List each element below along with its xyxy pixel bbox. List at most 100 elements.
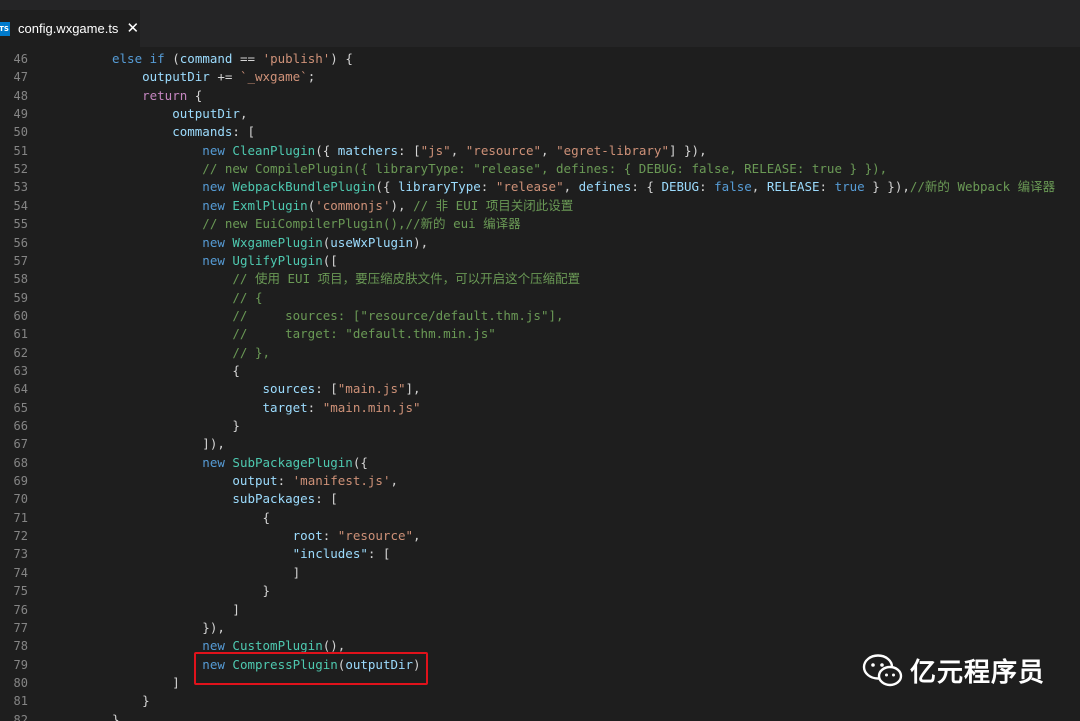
code-line[interactable]: 49 outputDir, — [0, 105, 1080, 123]
code-token: UglifyPlugin — [232, 252, 323, 268]
code-token: ExmlPlugin — [232, 197, 308, 213]
code-line[interactable]: 51 new CleanPlugin({ matchers: ["js", "r… — [0, 142, 1080, 160]
code-line[interactable]: 53 new WebpackBundlePlugin({ libraryType… — [0, 178, 1080, 196]
code-line[interactable]: 46 else if (command == 'publish') { — [0, 50, 1080, 68]
code-token: "includes" — [112, 546, 368, 562]
code-line[interactable]: 58 // 使用 EUI 项目，要压缩皮肤文件，可以开启这个压缩配置 — [0, 270, 1080, 288]
code-token: else — [112, 51, 150, 66]
code-text: ] — [112, 674, 180, 692]
code-token: RELEASE — [766, 179, 820, 195]
code-line[interactable]: 47 outputDir += `_wxgame`; — [0, 68, 1080, 86]
code-token: , — [390, 473, 399, 489]
code-line[interactable]: 54 new ExmlPlugin('commonjs'), // 非 EUI … — [0, 197, 1080, 215]
code-text: // 使用 EUI 项目，要压缩皮肤文件，可以开启这个压缩配置 — [112, 270, 580, 288]
line-number: 47 — [13, 70, 28, 85]
code-line[interactable]: 50 commands: [ — [0, 123, 1080, 141]
code-token: , — [541, 142, 557, 158]
code-token: `_wxgame` — [239, 69, 308, 85]
code-text: { — [112, 509, 271, 527]
line-number: 65 — [13, 400, 28, 415]
highlight-box — [194, 652, 428, 685]
code-token: : { — [631, 179, 662, 195]
code-text: outputDir, — [112, 105, 247, 123]
code-token: useWxPlugin — [330, 234, 414, 250]
code-token: // new EuiCompilerPlugin(),//新的 eui 编译器 — [112, 216, 521, 232]
code-text: new WebpackBundlePlugin({ libraryType: "… — [112, 178, 1055, 196]
line-number: 56 — [13, 235, 28, 250]
code-text: ] — [112, 601, 240, 619]
code-line[interactable]: 62 // }, — [0, 344, 1080, 362]
line-number: 50 — [13, 125, 28, 140]
line-number: 62 — [13, 345, 28, 360]
code-token: { — [112, 509, 271, 525]
code-token: sources — [112, 381, 316, 397]
code-line[interactable]: 59 // { — [0, 289, 1080, 307]
code-line[interactable]: 73 "includes": [ — [0, 545, 1080, 563]
code-text: ] — [112, 564, 301, 582]
code-token: false — [714, 179, 752, 195]
code-text: } — [112, 711, 120, 721]
line-number: 51 — [13, 143, 28, 158]
line-number: 53 — [13, 180, 28, 195]
code-token: , — [239, 106, 248, 122]
code-token: new — [112, 454, 233, 470]
code-line[interactable]: 67 ]), — [0, 435, 1080, 453]
code-line[interactable]: 68 new SubPackagePlugin({ — [0, 454, 1080, 472]
code-line[interactable]: 71 { — [0, 509, 1080, 527]
tab-file-name: config.wxgame.ts — [18, 21, 119, 36]
code-token: "resource" — [465, 142, 542, 158]
code-line[interactable]: 66 } — [0, 417, 1080, 435]
code-line[interactable]: 70 subPackages: [ — [0, 490, 1080, 508]
code-text: new UglifyPlugin([ — [112, 252, 338, 270]
code-token: : — [699, 179, 715, 195]
code-line[interactable]: 65 target: "main.min.js" — [0, 399, 1080, 417]
code-token: new — [112, 179, 233, 195]
code-line[interactable]: 82} — [0, 711, 1080, 721]
code-editor[interactable]: 46 else if (command == 'publish') {47 out… — [0, 41, 1080, 721]
line-number: 57 — [13, 253, 28, 268]
code-line[interactable]: 61 // target: "default.thm.min.js" — [0, 325, 1080, 343]
code-token: : [ — [232, 124, 255, 140]
code-token: , — [563, 179, 579, 195]
code-text: // sources: ["resource/default.thm.js"], — [112, 307, 563, 325]
code-line[interactable]: 55 // new EuiCompilerPlugin(),//新的 eui 编… — [0, 215, 1080, 233]
code-token: // new CompilePlugin({ libraryType: "rel… — [112, 161, 888, 177]
line-number: 77 — [13, 620, 28, 635]
code-line[interactable]: 69 output: 'manifest.js', — [0, 472, 1080, 490]
line-number: 70 — [13, 492, 28, 507]
code-line[interactable]: 56 new WxgamePlugin(useWxPlugin), — [0, 234, 1080, 252]
code-token: : — [819, 179, 835, 195]
code-token: } — [112, 418, 240, 433]
code-line[interactable]: 81 } — [0, 692, 1080, 710]
code-line[interactable]: 60 // sources: ["resource/default.thm.js… — [0, 307, 1080, 325]
code-token: { — [112, 362, 240, 378]
code-text: new SubPackagePlugin({ — [112, 454, 368, 472]
line-number: 78 — [13, 639, 28, 654]
close-icon[interactable]: ✕ — [126, 21, 139, 36]
code-line[interactable]: 48 return { — [0, 87, 1080, 105]
code-token: ), — [413, 234, 429, 250]
code-token: ({ — [352, 454, 368, 470]
code-text: new CleanPlugin({ matchers: ["js", "reso… — [112, 142, 706, 160]
code-line[interactable]: 72 root: "resource", — [0, 527, 1080, 545]
code-line[interactable]: 63 { — [0, 362, 1080, 380]
code-token: (), — [322, 638, 346, 654]
line-number: 52 — [13, 162, 28, 177]
code-line[interactable]: 57 new UglifyPlugin([ — [0, 252, 1080, 270]
code-line[interactable]: 75 } — [0, 582, 1080, 600]
code-token: WebpackBundlePlugin — [232, 179, 376, 195]
code-line[interactable]: 76 ] — [0, 601, 1080, 619]
code-text: commands: [ — [112, 123, 255, 141]
code-text: output: 'manifest.js', — [112, 472, 398, 490]
line-number: 79 — [13, 657, 28, 672]
code-line[interactable]: 74 ] — [0, 564, 1080, 582]
line-number: 72 — [13, 529, 28, 544]
code-token: target — [112, 399, 308, 415]
line-number: 81 — [13, 694, 28, 709]
code-line[interactable]: 77 }), — [0, 619, 1080, 637]
code-token: new — [112, 234, 233, 250]
code-line[interactable]: 64 sources: ["main.js"], — [0, 380, 1080, 398]
code-line[interactable]: 52 // new CompilePlugin({ libraryType: "… — [0, 160, 1080, 178]
code-text: // new EuiCompilerPlugin(),//新的 eui 编译器 — [112, 215, 521, 233]
code-token: ({ — [315, 142, 338, 158]
